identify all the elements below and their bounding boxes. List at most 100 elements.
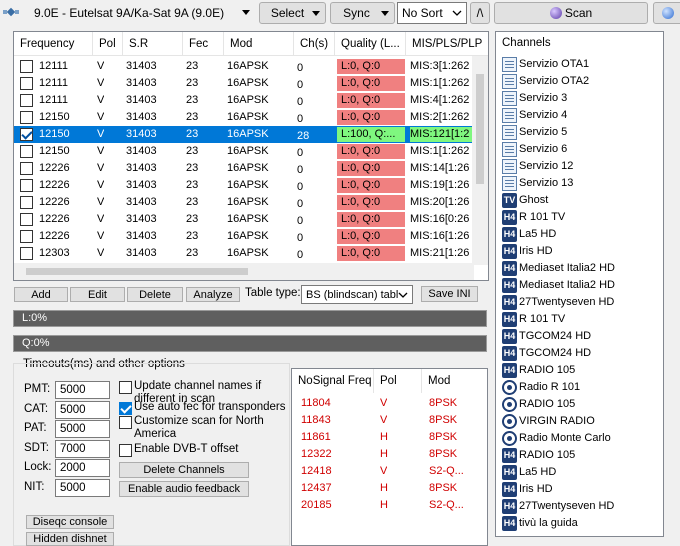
column-header-mod[interactable]: Mod [224, 32, 294, 56]
channel-name: Servizio 12 [519, 160, 574, 172]
row-checkbox[interactable] [20, 247, 33, 260]
satellite-select[interactable]: 9.0E - Eutelsat 9A/Ka-Sat 9A (9.0E) [22, 2, 256, 24]
column-header-frequency[interactable]: Frequency [14, 32, 93, 56]
timeout-input[interactable]: 5000 [55, 381, 110, 399]
diseqc-console-button[interactable]: Diseqc console [26, 515, 114, 529]
frequency-cell: 12226 [39, 179, 70, 191]
channel-name: Servizio 5 [519, 126, 568, 138]
table-row[interactable]: 12150 V 31403 23 16APSK 0 L:0, Q:0 MIS:2[1:262 [14, 109, 474, 126]
timeout-input[interactable]: 7000 [55, 439, 110, 458]
channel-name: Radio R 101 [519, 381, 581, 393]
delete-channels-button[interactable]: Delete Channels [119, 462, 249, 478]
channel-name: RADIO 105 [519, 398, 576, 410]
table-row[interactable]: 12303 V 31403 23 16APSK 0 L:0, Q:0 MIS:21[1:26 [14, 245, 474, 262]
channel-name: TGCOM24 HD [519, 347, 592, 359]
table-row[interactable]: 12111 V 31403 23 16APSK 0 L:0, Q:0 MIS:4[1:262 [14, 92, 474, 109]
table-row[interactable]: 12226 V 31403 23 16APSK 0 L:0, Q:0 MIS:16[0:26 [14, 211, 474, 228]
column-header-channels[interactable]: Ch(s) [294, 32, 335, 56]
timeout-label: PMT: [24, 383, 51, 395]
column-header-sr[interactable]: S.R [123, 32, 183, 56]
analyze-button[interactable]: Analyze [186, 287, 240, 302]
table-row[interactable]: 12226 V 31403 23 16APSK 0 L:0, Q:0 MIS:14[1:26 [14, 160, 474, 177]
column-header-fec[interactable]: Fec [183, 32, 224, 56]
option-checkbox[interactable] [119, 416, 132, 429]
timeout-label: CAT: [24, 402, 49, 415]
row-checkbox[interactable] [20, 162, 33, 175]
globe-icon [549, 7, 562, 19]
frequency-cell: 12150 [39, 145, 70, 157]
timeout-input[interactable]: 5000 [55, 420, 110, 438]
row-checkbox[interactable] [20, 230, 33, 243]
table-row[interactable]: 12226 V 31403 23 16APSK 0 L:0, Q:0 MIS:20[1:26 [14, 194, 474, 211]
pol-cell: V [97, 179, 105, 191]
row-checkbox[interactable] [20, 179, 33, 192]
hd-tv-icon: H4 [502, 448, 517, 463]
column-header-nosignal-pol[interactable]: Pol [374, 369, 422, 393]
mis-cell: MIS:14[1:26 [410, 162, 470, 174]
delete-button[interactable]: Delete [127, 287, 183, 302]
hidden-dishnet-button[interactable]: Hidden dishnet [26, 532, 114, 546]
timeout-input[interactable]: 5000 [55, 478, 110, 497]
option-checkbox[interactable] [119, 402, 132, 415]
timeout-input[interactable]: 2000 [55, 459, 110, 477]
save-ini-button[interactable]: Save INI [421, 286, 478, 302]
data-service-icon [502, 91, 517, 106]
channel-name: RADIO 105 [519, 449, 576, 461]
table-row[interactable]: 12150 V 31403 23 16APSK 0 L:0, Q:0 MIS:1[1:262 [14, 143, 474, 160]
vertical-scrollbar[interactable] [472, 56, 488, 265]
scroll-thumb[interactable] [476, 74, 484, 184]
row-checkbox[interactable] [20, 128, 33, 141]
globe-button[interactable] [653, 2, 680, 24]
option-label-line2: America [134, 428, 177, 440]
frequency-cell: 12226 [39, 213, 70, 225]
add-button[interactable]: Add [14, 287, 68, 302]
timeout-input[interactable]: 5000 [55, 400, 110, 419]
audio-feedback-button[interactable]: Enable audio feedback [119, 481, 249, 497]
sync-button-label: Sync [343, 6, 370, 20]
transponder-table[interactable]: Frequency Pol S.R Fec Mod Ch(s) Quality … [13, 31, 489, 281]
column-header-quality[interactable]: Quality (L... [335, 32, 406, 56]
row-checkbox[interactable] [20, 77, 33, 90]
table-row[interactable]: 12150 V 31403 23 16APSK 28 L:100, Q:... MIS:121… [14, 126, 474, 143]
table-row[interactable]: 12226 V 31403 23 16APSK 0 L:0, Q:0 MIS:19[1:26 [14, 177, 474, 194]
nosignal-mod-cell: 8PSK [429, 482, 458, 494]
hd-tv-icon: H4 [502, 227, 517, 242]
scan-button-label: Scan [564, 6, 593, 20]
delete-channels-label: Delete Channels [143, 464, 225, 476]
option-checkbox[interactable] [119, 444, 132, 457]
table-row[interactable]: 12111 V 31403 23 16APSK 0 L:0, Q:0 MIS:3[1:262 [14, 58, 474, 75]
fec-cell: 23 [186, 77, 199, 89]
option-checkbox[interactable] [119, 381, 132, 394]
quality-cell: L:100, Q:... [337, 127, 405, 142]
row-checkbox[interactable] [20, 145, 33, 158]
row-checkbox[interactable] [20, 94, 33, 107]
table-row[interactable]: 12111 V 31403 23 16APSK 0 L:0, Q:0 MIS:1[1:262 [14, 75, 474, 92]
row-checkbox[interactable] [20, 196, 33, 209]
horizontal-scrollbar[interactable] [14, 263, 474, 280]
select-button[interactable]: Select [259, 2, 326, 24]
table-type-select[interactable]: BS (blindscan) tabl [301, 285, 413, 304]
sync-button[interactable]: Sync [330, 2, 395, 24]
pol-cell: V [97, 77, 105, 89]
timeout-label: NIT: [24, 480, 45, 493]
row-checkbox[interactable] [20, 60, 33, 73]
column-header-pol[interactable]: Pol [93, 32, 123, 56]
scan-button[interactable]: Scan [494, 2, 648, 24]
table-row[interactable]: 12226 V 31403 23 16APSK 0 L:0, Q:0 MIS:16[1:26 [14, 228, 474, 245]
channels-scrollbar[interactable] [664, 31, 680, 546]
column-header-nosignal-freq[interactable]: NoSignal Freq [292, 369, 374, 393]
edit-button[interactable]: Edit [70, 287, 125, 302]
quality-cell: L:0, Q:0 [337, 246, 405, 261]
channel-name: 27Twentyseven HD [519, 500, 615, 512]
column-header-nosignal-mod[interactable]: Mod [422, 369, 487, 393]
channel-name: RADIO 105 [519, 364, 576, 376]
regex-button[interactable]: /\ [470, 2, 490, 24]
sort-select[interactable]: No Sort [397, 2, 467, 24]
row-checkbox[interactable] [20, 111, 33, 124]
scroll-thumb[interactable] [26, 268, 248, 275]
column-header-mis[interactable]: MIS/PLS/PLP [406, 32, 488, 56]
hd-tv-icon: H4 [502, 244, 517, 259]
row-checkbox[interactable] [20, 213, 33, 226]
nosignal-table[interactable]: NoSignal Freq Pol Mod 11804 V 8PSK 11843 V 8P… [291, 368, 488, 546]
channels-list[interactable]: Channels Servizio OTA1 Servizio OTA2 Servi… [495, 31, 664, 537]
